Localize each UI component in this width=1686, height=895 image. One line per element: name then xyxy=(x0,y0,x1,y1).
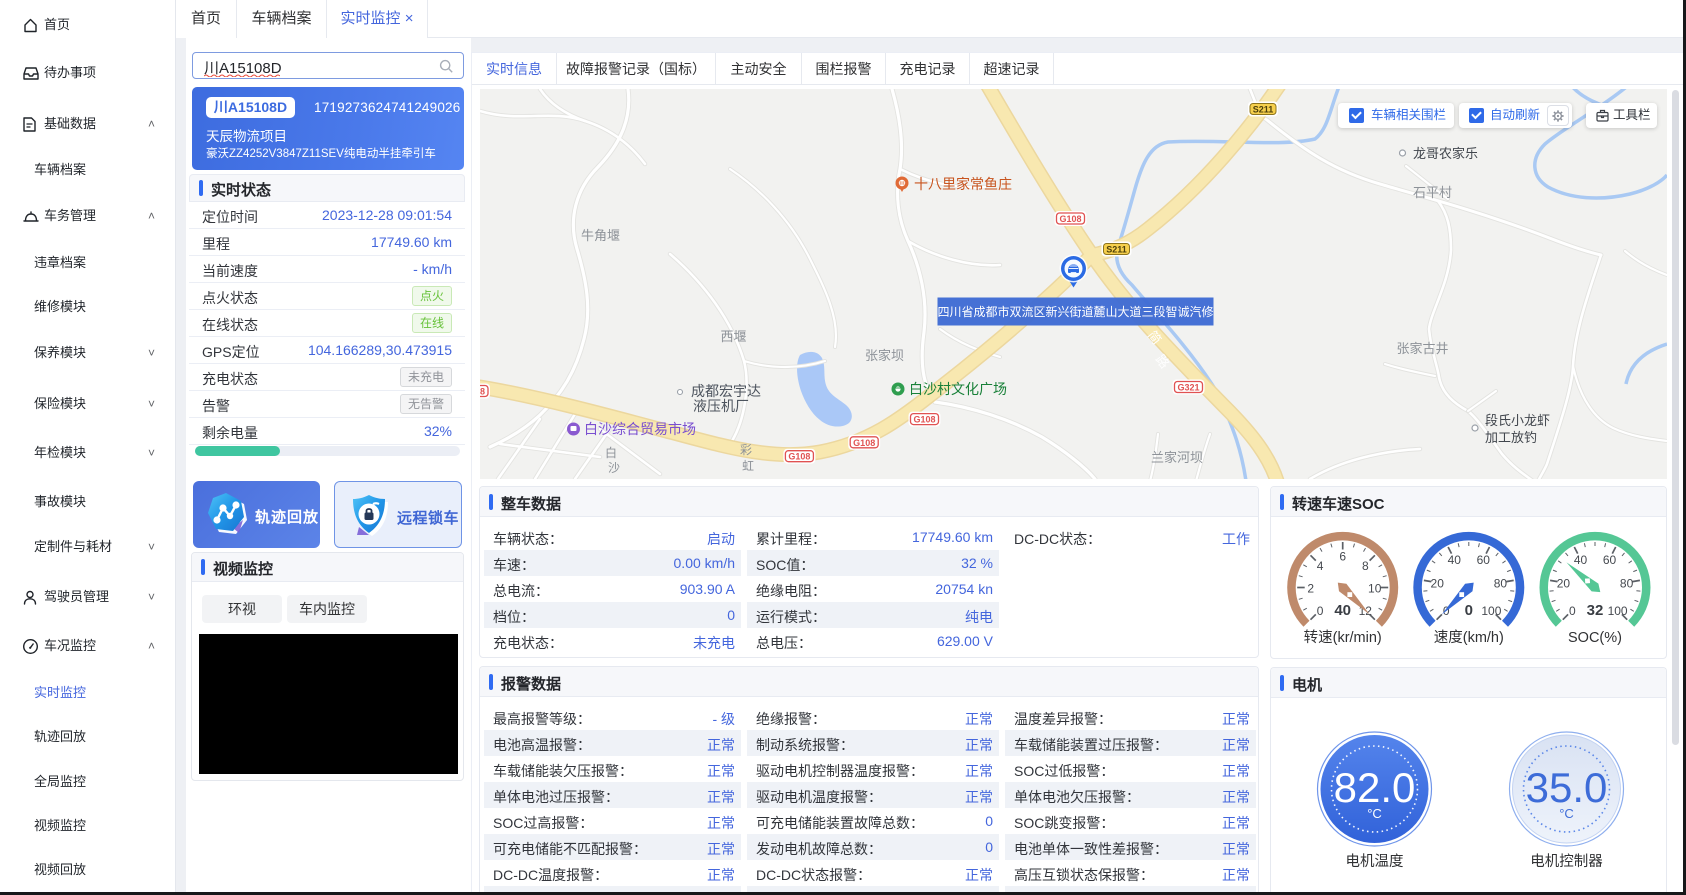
svg-text:G108: G108 xyxy=(913,415,935,425)
svg-text:石平村: 石平村 xyxy=(1413,185,1452,200)
svg-text:2: 2 xyxy=(1307,582,1314,596)
svg-text:G108: G108 xyxy=(853,438,875,448)
svg-text:G108: G108 xyxy=(480,387,485,397)
svg-text:°C: °C xyxy=(1559,806,1574,821)
svg-text:35.0: 35.0 xyxy=(1526,764,1608,811)
svg-text:10: 10 xyxy=(1368,582,1382,596)
svg-text:82.0: 82.0 xyxy=(1334,764,1416,811)
svg-text:0: 0 xyxy=(1317,604,1324,618)
svg-text:40: 40 xyxy=(1574,553,1588,567)
svg-text:沙: 沙 xyxy=(608,461,620,475)
svg-text:100: 100 xyxy=(1481,604,1501,618)
svg-text:0: 0 xyxy=(1465,602,1473,619)
svg-text:40: 40 xyxy=(1334,602,1351,619)
svg-text:8: 8 xyxy=(1362,559,1369,573)
svg-text:兰家河坝: 兰家河坝 xyxy=(1151,450,1203,465)
svg-text:60: 60 xyxy=(1477,553,1491,567)
svg-text:S211: S211 xyxy=(1106,245,1127,255)
svg-text:西堰: 西堰 xyxy=(720,329,746,344)
svg-text:白沙村文化广场: 白沙村文化广场 xyxy=(909,381,1007,397)
svg-text:60: 60 xyxy=(1603,553,1617,567)
svg-text:SOC(%): SOC(%) xyxy=(1568,630,1622,646)
svg-text:100: 100 xyxy=(1608,604,1628,618)
svg-text:四川省成都市双流区新兴街道麓山大道三段智诚汽修: 四川省成都市双流区新兴街道麓山大道三段智诚汽修 xyxy=(937,304,1213,319)
svg-text:牛角堰: 牛角堰 xyxy=(581,228,620,243)
svg-text:40: 40 xyxy=(1448,553,1462,567)
svg-text:°C: °C xyxy=(1367,806,1382,821)
svg-text:白沙综合贸易市场: 白沙综合贸易市场 xyxy=(584,421,696,437)
svg-text:龙哥农家乐: 龙哥农家乐 xyxy=(1413,146,1478,161)
svg-text:80: 80 xyxy=(1494,577,1508,591)
svg-text:白: 白 xyxy=(605,445,617,460)
svg-text:S211: S211 xyxy=(1253,105,1274,115)
svg-text:液压机厂: 液压机厂 xyxy=(693,398,749,414)
svg-text:0: 0 xyxy=(1569,604,1576,618)
svg-text:电机温度: 电机温度 xyxy=(1346,853,1404,870)
svg-text:G108: G108 xyxy=(788,452,810,462)
svg-text:20: 20 xyxy=(1557,577,1571,591)
svg-text:6: 6 xyxy=(1339,550,1346,564)
svg-text:G321: G321 xyxy=(1177,383,1199,393)
svg-text:虹: 虹 xyxy=(742,459,754,473)
svg-text:成都宏宇达: 成都宏宇达 xyxy=(691,383,761,399)
svg-text:32: 32 xyxy=(1587,602,1604,619)
svg-text:张家古井: 张家古井 xyxy=(1396,341,1448,356)
svg-text:G108: G108 xyxy=(1059,214,1081,224)
svg-text:速度(km/h): 速度(km/h) xyxy=(1434,629,1504,646)
svg-text:段氏小龙虾: 段氏小龙虾 xyxy=(1485,413,1550,428)
svg-text:4: 4 xyxy=(1317,559,1324,573)
svg-text:电机控制器: 电机控制器 xyxy=(1530,853,1603,870)
svg-text:彩: 彩 xyxy=(740,443,752,457)
svg-text:转速(kr/min): 转速(kr/min) xyxy=(1304,629,1382,646)
svg-text:张家坝: 张家坝 xyxy=(865,348,904,363)
svg-text:20: 20 xyxy=(1431,577,1445,591)
svg-text:加工放钓: 加工放钓 xyxy=(1485,430,1537,445)
svg-text:80: 80 xyxy=(1620,577,1634,591)
svg-text:十八里家常鱼庄: 十八里家常鱼庄 xyxy=(914,176,1012,192)
